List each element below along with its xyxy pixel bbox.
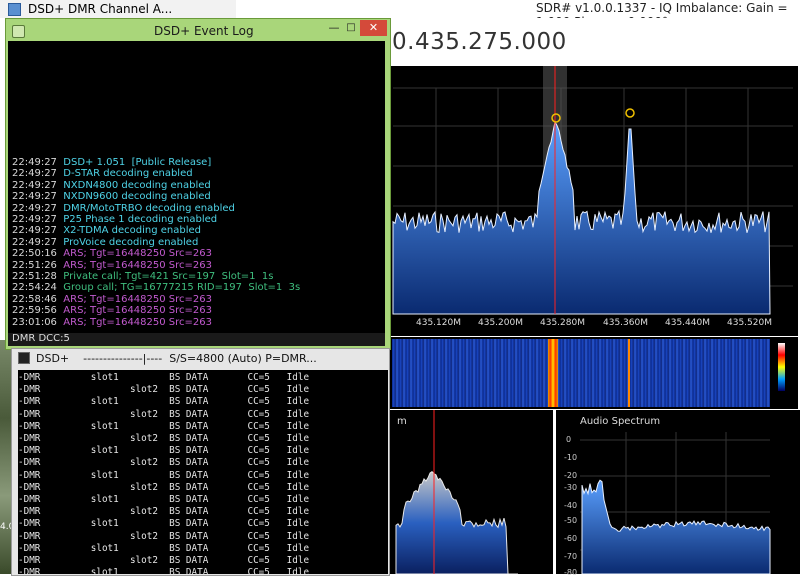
freq-axis-label: 435.440M [665,318,710,328]
log-timestamp: 22:49:27 [12,214,64,225]
channel-analyzer-title: DSD+ DMR Channel A... [28,2,173,16]
log-message: ARS; Tgt=16448250 Src=263 [63,305,213,317]
status-text: DMR DCC:5 [12,333,70,344]
log-message: NXDN9600 decoding enabled [63,191,211,203]
freq-axis-label: 435.520M [727,318,772,328]
zoom-spectrum-graph [395,410,518,574]
channel-analyzer-titlebar[interactable]: DSD+ DMR Channel A... [0,0,237,18]
event-log-text-area[interactable]: 22:49:27 DSD+ 1.051 [Public Release] 22:4… [8,41,385,333]
log-message: DSD+ 1.051 [Public Release] [63,157,212,168]
console-row: -DMR slot1 BS DATA CC=5 Idle [18,542,310,554]
log-message: ProVoice decoding enabled [63,236,199,248]
console-row: -DMR slot2 BS DATA CC=5 Idle [18,384,310,396]
freq-axis-label: 435.200M [478,318,523,328]
event-log-status-bar: DMR DCC:5 [8,333,385,346]
log-message: ARS; Tgt=16448250 Src=263 [63,316,213,328]
log-line: 22:49:27 NXDN4800 decoding enabled [12,180,211,191]
spectrum-graph [392,66,793,315]
waterfall-noise [392,339,770,407]
console-row: -DMR slot2 BS DATA CC=5 Idle [18,506,310,518]
log-message: P25 Phase 1 decoding enabled [63,214,218,225]
log-message: ARS; Tgt=16448250 Src=263 [63,293,213,305]
log-line: 22:59:56 ARS; Tgt=16448250 Src=263 [12,305,212,316]
console-row: -DMR slot1 BS DATA CC=5 Idle [18,420,310,432]
window-app-icon [8,3,21,16]
log-timestamp: 23:01:06 [12,316,64,328]
log-line: 22:54:24 Group call; TG=16777215 RID=197… [12,282,300,293]
freq-axis-label: 435.280M [540,318,585,328]
log-timestamp: 22:49:27 [12,225,64,237]
console-row: -DMR slot1 BS DATA CC=5 Idle [18,469,310,481]
sdr-titlebar[interactable]: SDR# v1.0.0.1337 - IQ Imbalance: Gain = … [236,0,800,29]
console-row: -DMR slot1 BS DATA CC=5 Idle [18,518,310,530]
console-row: -DMR slot2 BS DATA CC=5 Idle [18,433,310,444]
log-line: 22:49:27 ProVoice decoding enabled [12,237,198,248]
log-message: ARS; Tgt=16448250 Src=263 [63,248,213,260]
log-line: 22:49:27 NXDN9600 decoding enabled [12,191,211,202]
log-line: 22:51:26 ARS; Tgt=16448250 Src=263 [12,260,212,271]
zoom-fft-panel[interactable]: m [388,410,553,574]
console-row: -DMR slot2 BS DATA CC=5 Idle [18,555,310,566]
vfo-frequency-display[interactable]: 0.435.275.000 [392,29,567,55]
log-timestamp: 22:49:27 [12,179,64,191]
console-row: -DMR slot2 BS DATA CC=5 Idle [18,481,310,493]
log-message: NXDN4800 decoding enabled [63,179,211,191]
log-line: 22:58:46 ARS; Tgt=16448250 Src=263 [12,294,212,305]
maximize-button[interactable]: □ [343,22,359,34]
waterfall-tuned-line [628,339,630,407]
log-timestamp: 22:49:27 [12,191,64,203]
audio-spectrum-graph [580,432,771,574]
close-button[interactable]: ✕ [360,20,387,36]
console-row: -DMR slot2 BS DATA CC=5 Idle [18,530,310,542]
waterfall-color-scale [778,343,785,391]
console-row: -DMR slot1 BS DATA CC=5 Idle [18,396,310,408]
log-timestamp: 22:54:24 [12,282,64,294]
log-timestamp: 22:59:56 [12,305,64,317]
log-line: 22:49:27 X2-TDMA decoding enabled [12,225,201,236]
log-message: DMR/MotoTRBO decoding enabled [63,202,235,214]
log-line: 22:49:27 DMR/MotoTRBO decoding enabled [12,203,235,214]
audio-spectrum-panel[interactable]: Audio Spectrum 0 -10 -20 -30 -40 -50 -60… [556,410,800,577]
log-timestamp: 22:51:26 [12,259,64,271]
background-window-edge [0,340,11,574]
peak-marker [625,108,635,118]
log-message: ARS; Tgt=16448250 Src=263 [63,259,213,271]
log-line: 23:01:06 ARS; Tgt=16448250 Src=263 [12,317,212,328]
console-row: -DMR slot1 BS DATA CC=5 Idle [18,567,310,579]
minimize-button[interactable]: — [326,22,342,34]
dsd-console-title: DSD+ ---------------|---- S/S=4800 (Auto… [36,352,317,365]
log-timestamp: 22:49:27 [12,236,64,248]
log-timestamp: 22:51:28 [12,271,64,282]
spectrum-analyzer[interactable]: 435.120M 435.200M 435.280M 435.360M 435.… [388,66,798,336]
event-log-title: DSD+ Event Log [154,24,254,38]
waterfall-display[interactable] [388,337,798,409]
log-line: 22:49:27 P25 Phase 1 decoding enabled [12,214,217,225]
log-timestamp: 22:49:27 [12,168,64,180]
event-log-app-icon [12,25,25,38]
log-timestamp: 22:50:16 [12,248,64,260]
log-timestamp: 22:49:27 [12,202,64,214]
console-app-icon [18,352,30,364]
console-row: -DMR slot1 BS DATA CC=5 Idle [18,445,310,457]
console-row: -DMR slot2 BS DATA CC=5 Idle [18,408,310,420]
waterfall-signal-trace [548,339,558,407]
log-line: 22:50:16 ARS; Tgt=16448250 Src=263 [12,248,212,259]
log-message: X2-TDMA decoding enabled [63,225,201,237]
dsd-console-output[interactable]: -DMR slot1 BS DATA CC=5 Idle -DMR slot2 B… [18,370,388,578]
log-line: 22:51:28 Private call; Tgt=421 Src=197 S… [12,271,273,282]
console-row: -DMR slot1 BS DATA CC=5 Idle [18,372,310,383]
freq-axis-label: 435.120M [416,318,461,328]
log-message: D-STAR decoding enabled [63,168,193,180]
console-row: -DMR slot1 BS DATA CC=5 Idle [18,494,310,505]
log-line: 22:49:27 D-STAR decoding enabled [12,168,193,179]
log-message: Private call; Tgt=421 Src=197 Slot=1 1s [63,271,274,282]
log-timestamp: 22:58:46 [12,293,64,305]
log-timestamp: 22:49:27 [12,157,64,168]
log-message: Group call; TG=16777215 RID=197 Slot=1 3… [63,282,301,294]
freq-axis-label: 435.360M [603,318,648,328]
log-line: 22:49:27 DSD+ 1.051 [Public Release] [12,157,211,168]
console-row: -DMR slot2 BS DATA CC=5 Idle [18,457,310,469]
